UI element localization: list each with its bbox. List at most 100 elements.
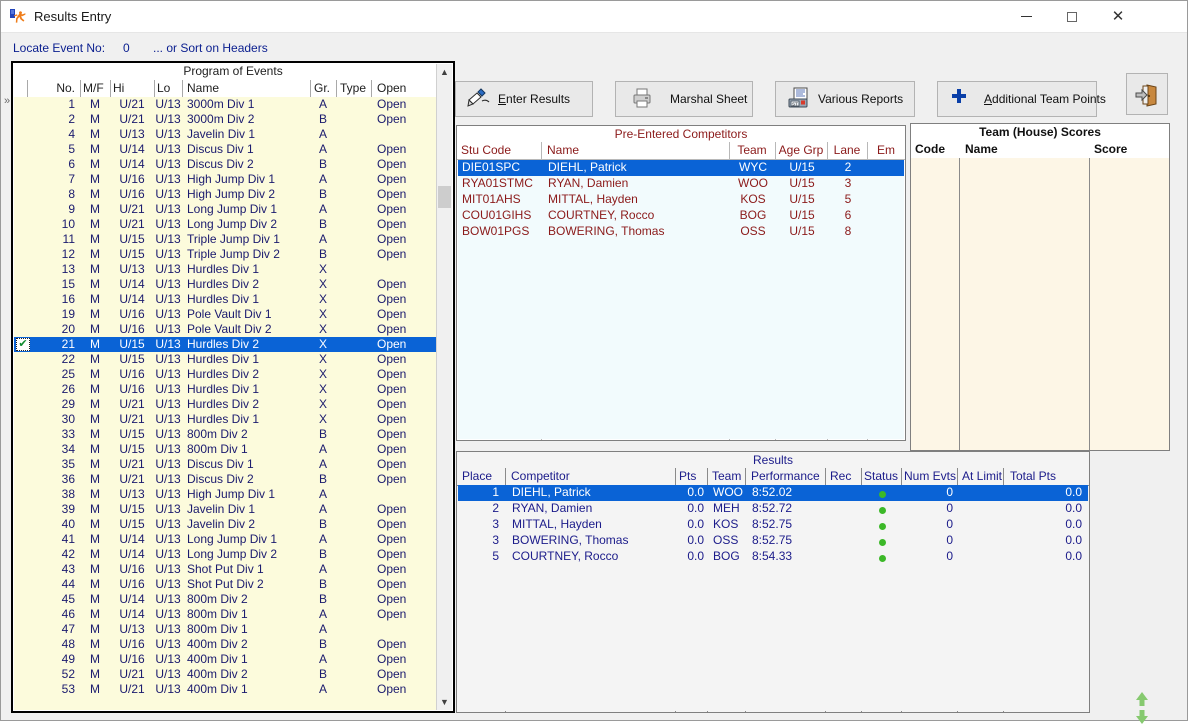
scroll-up-icon[interactable]: ▲ bbox=[437, 64, 452, 80]
event-row[interactable]: 9 M U/21 U/13 Long Jump Div 1 A Open bbox=[14, 202, 438, 217]
program-of-events-header[interactable]: No. M/F Hi Lo Name Gr. Type Open bbox=[14, 80, 438, 98]
column-header-em[interactable]: Em bbox=[868, 142, 904, 159]
column-header-mf[interactable]: M/F bbox=[81, 80, 109, 97]
event-row[interactable]: 44 M U/16 U/13 Shot Put Div 2 B Open bbox=[14, 577, 438, 592]
event-row[interactable]: ✔ 21 M U/15 U/13 Hurdles Div 2 X Open bbox=[14, 337, 438, 352]
column-header-name[interactable]: Name bbox=[183, 80, 309, 97]
pre-entered-row[interactable]: BOW01PGS BOWERING, Thomas OSS U/15 8 bbox=[458, 224, 904, 240]
event-row[interactable]: 5 M U/14 U/13 Discus Div 1 A Open bbox=[14, 142, 438, 157]
column-header-competitor[interactable]: Competitor bbox=[507, 468, 673, 485]
event-row[interactable]: 46 M U/14 U/13 800m Div 1 A Open bbox=[14, 607, 438, 622]
column-header-code[interactable]: Code bbox=[915, 141, 959, 158]
event-row[interactable]: 13 M U/13 U/13 Hurdles Div 1 X bbox=[14, 262, 438, 277]
event-row[interactable]: 7 M U/16 U/13 High Jump Div 1 A Open bbox=[14, 172, 438, 187]
event-row[interactable]: 25 M U/16 U/13 Hurdles Div 2 X Open bbox=[14, 367, 438, 382]
locate-event-value[interactable]: 0 bbox=[123, 41, 130, 55]
column-header-status[interactable]: Status bbox=[862, 468, 900, 485]
column-header-lane[interactable]: Lane bbox=[828, 142, 866, 159]
event-row[interactable]: 42 M U/14 U/13 Long Jump Div 2 B Open bbox=[14, 547, 438, 562]
results-row[interactable]: 5 COURTNEY, Rocco 0.0 BOG 8:54.33 0 0.0 bbox=[458, 549, 1088, 565]
pre-entered-row[interactable]: COU01GIHS COURTNEY, Rocco BOG U/15 6 bbox=[458, 208, 904, 224]
event-row[interactable]: 47 M U/13 U/13 800m Div 1 A bbox=[14, 622, 438, 637]
column-header-num_evts[interactable]: Num Evts bbox=[902, 468, 956, 485]
column-header-name[interactable]: Name bbox=[543, 142, 727, 159]
column-header-rec[interactable]: Rec bbox=[826, 468, 860, 485]
pre-entered-row-list[interactable]: DIE01SPC DIEHL, Patrick WYC U/15 2 RYA01STMC R… bbox=[458, 160, 904, 439]
column-header-name[interactable]: Name bbox=[965, 141, 1085, 158]
minimize-icon[interactable] bbox=[1003, 1, 1049, 32]
event-row[interactable]: 19 M U/16 U/13 Pole Vault Div 1 X Open bbox=[14, 307, 438, 322]
event-row[interactable]: 33 M U/15 U/13 800m Div 2 B Open bbox=[14, 427, 438, 442]
move-updown-control[interactable] bbox=[1131, 691, 1153, 725]
column-header-gr[interactable]: Gr. bbox=[311, 80, 335, 97]
column-header-type[interactable]: Type bbox=[337, 80, 370, 97]
column-header-age_grp[interactable]: Age Grp bbox=[776, 142, 826, 159]
column-header-lo[interactable]: Lo bbox=[155, 80, 181, 97]
column-header-at_limit[interactable]: At Limit bbox=[958, 468, 1002, 485]
column-header-total_pts[interactable]: Total Pts bbox=[1004, 468, 1086, 485]
event-row[interactable]: 53 M U/21 U/13 400m Div 1 A Open bbox=[14, 682, 438, 697]
close-icon[interactable]: ✕ bbox=[1095, 1, 1141, 32]
event-row[interactable]: 34 M U/15 U/13 800m Div 1 A Open bbox=[14, 442, 438, 457]
enter-results-button[interactable]: Enter Results bbox=[455, 81, 593, 117]
results-header[interactable]: Place Competitor Pts Team Performance Rec Stat… bbox=[457, 468, 1089, 486]
event-row[interactable]: 41 M U/14 U/13 Long Jump Div 1 A Open bbox=[14, 532, 438, 547]
event-row[interactable]: 20 M U/16 U/13 Pole Vault Div 2 X Open bbox=[14, 322, 438, 337]
column-header-hi[interactable]: Hi bbox=[111, 80, 153, 97]
event-row[interactable]: 2 M U/21 U/13 3000m Div 2 B Open bbox=[14, 112, 438, 127]
event-row[interactable]: 43 M U/16 U/13 Shot Put Div 1 A Open bbox=[14, 562, 438, 577]
event-row[interactable]: 26 M U/16 U/13 Hurdles Div 1 X Open bbox=[14, 382, 438, 397]
event-row[interactable]: 11 M U/15 U/13 Triple Jump Div 1 A Open bbox=[14, 232, 438, 247]
column-header-place[interactable]: Place bbox=[457, 468, 503, 485]
column-header-performance[interactable]: Performance bbox=[746, 468, 824, 485]
various-reports-button[interactable]: ST Various Reports bbox=[775, 81, 915, 117]
events-row-list[interactable]: 1 M U/21 U/13 3000m Div 1 A Open 2 M U/21 U/13 3000… bbox=[14, 97, 438, 710]
event-row[interactable]: 35 M U/21 U/13 Discus Div 1 A Open bbox=[14, 457, 438, 472]
event-row[interactable]: 48 M U/16 U/13 400m Div 2 B Open bbox=[14, 637, 438, 652]
event-row[interactable]: 40 M U/15 U/13 Javelin Div 2 B Open bbox=[14, 517, 438, 532]
pre-entered-header[interactable]: Stu Code Name Team Age Grp Lane Em bbox=[457, 142, 905, 160]
event-row[interactable]: 49 M U/16 U/13 400m Div 1 A Open bbox=[14, 652, 438, 667]
pre-entered-row[interactable]: MIT01AHS MITTAL, Hayden KOS U/15 5 bbox=[458, 192, 904, 208]
scrollbar-thumb[interactable] bbox=[438, 186, 451, 208]
column-header-open[interactable]: Open bbox=[372, 80, 436, 97]
team-scores-body[interactable] bbox=[911, 158, 1169, 450]
event-row[interactable]: 52 M U/21 U/13 400m Div 2 B Open bbox=[14, 667, 438, 682]
event-row[interactable]: 1 M U/21 U/13 3000m Div 1 A Open bbox=[14, 97, 438, 112]
results-row[interactable]: 2 RYAN, Damien 0.0 MEH 8:52.72 0 0.0 bbox=[458, 501, 1088, 517]
event-row[interactable]: 36 M U/21 U/13 Discus Div 2 B Open bbox=[14, 472, 438, 487]
column-header-pts[interactable]: Pts bbox=[676, 468, 706, 485]
column-header-stu_code[interactable]: Stu Code bbox=[457, 142, 539, 159]
results-row-list[interactable]: 1 DIEHL, Patrick 0.0 WOO 8:52.02 0 0.0 2 RYAN, D… bbox=[458, 485, 1088, 711]
event-row[interactable]: 30 M U/21 U/13 Hurdles Div 1 X Open bbox=[14, 412, 438, 427]
results-row[interactable]: 1 DIEHL, Patrick 0.0 WOO 8:52.02 0 0.0 bbox=[458, 485, 1088, 501]
event-row[interactable]: 39 M U/15 U/13 Javelin Div 1 A Open bbox=[14, 502, 438, 517]
column-header-team[interactable]: Team bbox=[730, 142, 774, 159]
collapse-chevron-icon[interactable]: » bbox=[4, 95, 10, 107]
column-header-no[interactable]: No. bbox=[28, 80, 78, 97]
column-header-team[interactable]: Team bbox=[708, 468, 744, 485]
event-row[interactable]: 45 M U/14 U/13 800m Div 2 B Open bbox=[14, 592, 438, 607]
event-row[interactable]: 10 M U/21 U/13 Long Jump Div 2 B Open bbox=[14, 217, 438, 232]
event-row[interactable]: 16 M U/14 U/13 Hurdles Div 1 X Open bbox=[14, 292, 438, 307]
event-row[interactable]: 38 M U/13 U/13 High Jump Div 1 A bbox=[14, 487, 438, 502]
event-row[interactable]: 12 M U/15 U/13 Triple Jump Div 2 B Open bbox=[14, 247, 438, 262]
column-header-score[interactable]: Score bbox=[1094, 141, 1164, 158]
scroll-down-icon[interactable]: ▼ bbox=[437, 694, 452, 710]
exit-button[interactable] bbox=[1126, 73, 1168, 115]
results-row[interactable]: 3 BOWERING, Thomas 0.0 OSS 8:52.75 0 0.0 bbox=[458, 533, 1088, 549]
event-row[interactable]: 4 M U/13 U/13 Javelin Div 1 A bbox=[14, 127, 438, 142]
event-row[interactable]: 6 M U/14 U/13 Discus Div 2 B Open bbox=[14, 157, 438, 172]
event-row[interactable]: 8 M U/16 U/13 High Jump Div 2 B Open bbox=[14, 187, 438, 202]
pre-entered-row[interactable]: DIE01SPC DIEHL, Patrick WYC U/15 2 bbox=[458, 160, 904, 176]
pre-entered-row[interactable]: RYA01STMC RYAN, Damien WOO U/15 3 bbox=[458, 176, 904, 192]
team-scores-header[interactable]: Code Name Score bbox=[911, 141, 1169, 159]
results-row[interactable]: 3 MITTAL, Hayden 0.0 KOS 8:52.75 0 0.0 bbox=[458, 517, 1088, 533]
maximize-icon[interactable] bbox=[1049, 1, 1095, 32]
marshal-sheet-button[interactable]: Marshal Sheet bbox=[615, 81, 753, 117]
event-row[interactable]: 29 M U/21 U/13 Hurdles Div 2 X Open bbox=[14, 397, 438, 412]
event-row[interactable]: 22 M U/15 U/13 Hurdles Div 1 X Open bbox=[14, 352, 438, 367]
events-vertical-scrollbar[interactable]: ▲ ▼ bbox=[436, 64, 452, 710]
event-row[interactable]: 15 M U/14 U/13 Hurdles Div 2 X Open bbox=[14, 277, 438, 292]
additional-team-points-button[interactable]: Additional Team Points bbox=[937, 81, 1106, 117]
